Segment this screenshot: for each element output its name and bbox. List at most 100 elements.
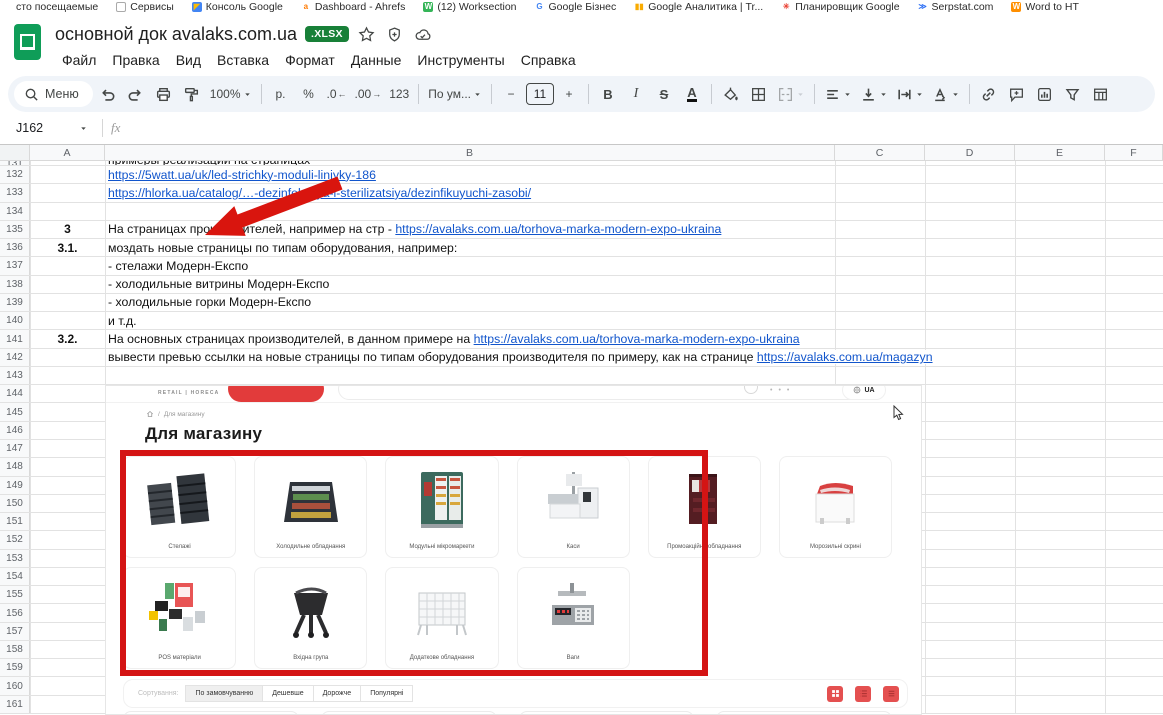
cell-A158[interactable] <box>30 641 105 658</box>
cell-link[interactable]: https://avalaks.com.ua/torhova-marka-mod… <box>474 332 800 346</box>
red-rectangle-annotation[interactable] <box>120 450 708 676</box>
cell-B136[interactable]: моздать новые страницы по типам оборудов… <box>105 239 835 256</box>
bookmark-item[interactable]: W (12) Worksection <box>423 1 517 13</box>
text-wrap-button[interactable] <box>893 81 927 107</box>
cell-A160[interactable] <box>30 677 105 694</box>
cell-A149[interactable] <box>30 477 105 494</box>
cell-A159[interactable] <box>30 659 105 676</box>
cell-A135[interactable]: 3 <box>30 221 105 238</box>
increase-font-size-button[interactable]: + <box>556 81 582 107</box>
undo-button[interactable] <box>95 81 121 107</box>
red-arrow-annotation[interactable] <box>195 170 345 240</box>
row-header-148[interactable]: 148 <box>0 458 30 476</box>
bookmark-item[interactable]: ✳ Планировщик Google <box>781 1 900 13</box>
row-header-143[interactable]: 143 <box>0 366 30 385</box>
cell-A156[interactable] <box>30 604 105 621</box>
row-header-139[interactable]: 139 <box>0 293 30 312</box>
create-filter-button[interactable] <box>1060 81 1086 107</box>
fill-color-button[interactable] <box>718 81 744 107</box>
row-header-160[interactable]: 160 <box>0 677 30 695</box>
more-formats-button[interactable]: 123 <box>386 81 412 107</box>
row-header-134[interactable]: 134 <box>0 202 30 220</box>
row-header-132[interactable]: 132 <box>0 166 30 184</box>
cell-A138[interactable] <box>30 276 105 293</box>
cell-A142[interactable] <box>30 349 105 366</box>
horizontal-align-button[interactable] <box>821 81 855 107</box>
paint-format-button[interactable] <box>179 81 205 107</box>
cell-B143[interactable] <box>105 367 835 384</box>
vertical-align-button[interactable] <box>857 81 891 107</box>
cell-A145[interactable] <box>30 403 105 420</box>
print-button[interactable] <box>151 81 177 107</box>
insert-chart-button[interactable] <box>1032 81 1058 107</box>
cell-A132[interactable] <box>30 166 105 183</box>
cell-A152[interactable] <box>30 531 105 548</box>
text-color-button[interactable]: A <box>679 81 705 107</box>
cell-B137[interactable]: - стелажи Модерн-Експо <box>105 257 835 274</box>
row-header-157[interactable]: 157 <box>0 622 30 640</box>
cloud-status-icon[interactable] <box>413 24 433 44</box>
row-header-159[interactable]: 159 <box>0 659 30 677</box>
cell-A146[interactable] <box>30 422 105 439</box>
bookmark-item[interactable]: ◤ Консоль Google <box>191 1 283 13</box>
column-header-F[interactable]: F <box>1105 145 1163 160</box>
menu-Правка[interactable]: Правка <box>105 50 166 70</box>
shield-add-icon[interactable] <box>385 24 405 44</box>
cell-A151[interactable] <box>30 513 105 530</box>
decrease-font-size-button[interactable]: − <box>498 81 524 107</box>
row-header-150[interactable]: 150 <box>0 494 30 513</box>
row-header-146[interactable]: 146 <box>0 421 30 439</box>
bookmark-item[interactable]: W Word to HT <box>1011 1 1079 13</box>
insert-comment-button[interactable] <box>1004 81 1030 107</box>
cell-A136[interactable]: 3.1. <box>30 239 105 256</box>
row-header-153[interactable]: 153 <box>0 549 30 567</box>
column-header-B[interactable]: B <box>105 145 835 160</box>
bold-button[interactable]: B <box>595 81 621 107</box>
decrease-decimal-button[interactable]: .0 ← <box>324 81 350 107</box>
cell-B139[interactable]: - холодильные горки Модерн-Експо <box>105 294 835 311</box>
column-header-C[interactable]: C <box>835 145 925 160</box>
menu-Файл[interactable]: Файл <box>55 50 103 70</box>
row-header-161[interactable]: 161 <box>0 695 30 713</box>
cell-B141[interactable]: На основных страницах производителей, в … <box>105 330 835 347</box>
search-menus-button[interactable]: Меню <box>14 81 93 107</box>
row-header-151[interactable]: 151 <box>0 513 30 531</box>
menu-Справка[interactable]: Справка <box>514 50 583 70</box>
cell-A134[interactable] <box>30 203 105 220</box>
redo-button[interactable] <box>123 81 149 107</box>
cell-A133[interactable] <box>30 184 105 201</box>
row-header-144[interactable]: 144 <box>0 385 30 403</box>
cell-B138[interactable]: - холодильные витрины Модерн-Експо <box>105 276 835 293</box>
menu-Формат[interactable]: Формат <box>278 50 342 70</box>
document-title[interactable]: основной док avalaks.com.ua <box>55 24 297 45</box>
italic-button[interactable]: I <box>623 81 649 107</box>
cell-A131[interactable] <box>30 161 105 165</box>
increase-decimal-button[interactable]: .00 → <box>352 81 385 107</box>
row-header-155[interactable]: 155 <box>0 586 30 604</box>
row-header-147[interactable]: 147 <box>0 439 30 458</box>
strikethrough-button[interactable]: S <box>651 81 677 107</box>
merge-cells-button[interactable] <box>774 81 808 107</box>
currency-format-button[interactable]: р. <box>268 81 294 107</box>
text-rotation-button[interactable] <box>929 81 963 107</box>
cell-A153[interactable] <box>30 550 105 567</box>
menu-Данные[interactable]: Данные <box>344 50 409 70</box>
column-header-A[interactable]: A <box>30 145 105 160</box>
bookmark-item[interactable]: G Google Бізнес <box>535 1 616 13</box>
font-size-input[interactable]: 11 <box>525 83 554 105</box>
row-header-141[interactable]: 141 <box>0 330 30 348</box>
row-header-140[interactable]: 140 <box>0 312 30 330</box>
row-header-145[interactable]: 145 <box>0 403 30 421</box>
bookmark-item[interactable]: ≫ Serpstat.com <box>918 1 993 13</box>
column-header-E[interactable]: E <box>1015 145 1105 160</box>
row-header-154[interactable]: 154 <box>0 567 30 586</box>
star-icon[interactable] <box>357 24 377 44</box>
cell-link[interactable]: https://avalaks.com.ua/torhova-marka-mod… <box>395 222 721 236</box>
cell-A144[interactable] <box>30 385 105 402</box>
cell-B142[interactable]: вывести превью ссылки на новые страницы … <box>105 349 933 366</box>
row-header-152[interactable]: 152 <box>0 531 30 549</box>
cell-A161[interactable] <box>30 696 105 713</box>
cell-A143[interactable] <box>30 367 105 384</box>
table-button[interactable] <box>1088 81 1114 107</box>
cell-A154[interactable] <box>30 568 105 585</box>
